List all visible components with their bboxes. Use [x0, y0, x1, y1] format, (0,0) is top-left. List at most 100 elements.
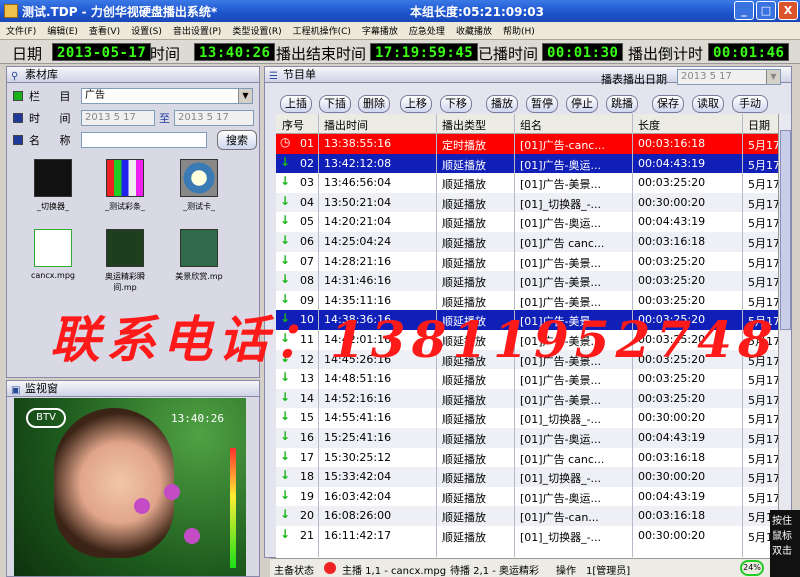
cell-length: 00:03:16:18: [638, 509, 706, 523]
insert-above-button[interactable]: 上插: [280, 95, 312, 113]
library-item[interactable]: _测试彩条_: [97, 159, 153, 212]
flower: [164, 484, 180, 500]
menu-settings[interactable]: 设置(S): [131, 24, 162, 37]
col-header-no[interactable]: 序号: [282, 117, 304, 133]
status-standby: 待播 2,1 - 奥运精彩: [450, 566, 540, 577]
name-checkbox[interactable]: [13, 135, 23, 145]
table-row[interactable]: ↓ 18 15:33:42:04 顺延播放 [01]_切换器_-... 00:30:00:…: [276, 467, 778, 487]
cell-group: [01]广告 canc...: [520, 452, 605, 466]
pause-button[interactable]: 暂停: [526, 95, 558, 113]
time-filter-row: 时 间 2013 5 17 至 2013 5 17: [13, 109, 254, 127]
cell-group: [01]广告-奥运...: [520, 433, 602, 446]
video-time-overlay: 13:40:26: [171, 412, 224, 425]
table-row[interactable]: ↓ 04 13:50:21:04 顺延播放 [01]_切换器_-... 00:30:00:…: [276, 192, 778, 213]
play-button[interactable]: 播放: [486, 95, 518, 113]
table-row[interactable]: ◷ 01 13:38:55:16 定时播放 [01]广告-canc... 00:03:16…: [276, 134, 778, 154]
column-label: 栏 目: [29, 90, 79, 103]
row-arrow-icon: ↓: [280, 233, 291, 247]
cell-length: 00:04:43:19: [638, 215, 706, 229]
library-item[interactable]: 美景欣赏.mp: [171, 229, 227, 282]
vertical-scrollbar[interactable]: [778, 114, 791, 552]
delete-button[interactable]: 删除: [358, 95, 390, 113]
time-from-field[interactable]: 2013 5 17: [81, 110, 155, 126]
table-row[interactable]: ↓ 07 14:28:21:16 顺延播放 [01]广告-美景... 00:03:25:2…: [276, 251, 778, 272]
row-arrow-icon: ↓: [280, 213, 291, 228]
col-header-date[interactable]: 日期: [748, 117, 770, 133]
time-checkbox[interactable]: [13, 113, 23, 123]
cell-no: 07: [300, 254, 314, 268]
table-row[interactable]: ↓ 15 14:55:41:16 顺延播放 [01]_切换器_-... 00:30:00:…: [276, 408, 778, 428]
name-input[interactable]: [81, 132, 207, 148]
menu-emergency[interactable]: 应急处理: [409, 24, 445, 37]
col-header-length[interactable]: 长度: [638, 117, 660, 133]
cell-no: 01: [300, 137, 314, 150]
menu-type[interactable]: 类型设置(R): [232, 24, 281, 37]
cell-date: 5月17: [748, 197, 778, 211]
load-button[interactable]: 读取: [692, 95, 724, 113]
menu-subtitle[interactable]: 字幕播放: [362, 24, 398, 37]
maximize-button[interactable]: □: [756, 1, 776, 20]
move-up-button[interactable]: 上移: [400, 95, 432, 113]
menu-help[interactable]: 帮助(H): [503, 24, 535, 37]
row-arrow-icon: ↓: [280, 252, 291, 267]
search-button[interactable]: 搜索: [217, 130, 257, 150]
menu-workstation[interactable]: 工程机操作(C): [293, 24, 351, 37]
table-row[interactable]: ↓ 14 14:52:16:16 顺延播放 [01]广告-美景... 00:03:25:2…: [276, 388, 778, 409]
col-header-type[interactable]: 播出类型: [442, 117, 486, 133]
app-icon: [4, 4, 18, 18]
library-item[interactable]: _测试卡_: [171, 159, 227, 212]
menu-file[interactable]: 文件(F): [6, 24, 36, 37]
time-to-label: 至: [159, 112, 170, 125]
channel-logo: BTV: [26, 408, 66, 428]
table-row[interactable]: ↓ 08 14:31:46:16 顺延播放 [01]广告-美景... 00:03:25:2…: [276, 271, 778, 291]
table-row[interactable]: ↓ 05 14:20:21:04 顺延播放 [01]广告-奥运... 00:04:43:1…: [276, 212, 778, 232]
col-header-time[interactable]: 播出时间: [324, 117, 368, 133]
table-row[interactable]: ↓ 19 16:03:42:04 顺延播放 [01]广告-奥运... 00:04:43:1…: [276, 486, 778, 507]
table-row[interactable]: ↓ 16 15:25:41:16 顺延播放 [01]广告-奥运... 00:04:43:1…: [276, 428, 778, 448]
column-filter-row: 栏 目 广告 ▼: [13, 87, 253, 105]
cell-type: 顺延播放: [442, 217, 486, 231]
played-label: 已播时间: [478, 45, 539, 63]
save-button[interactable]: 保存: [652, 95, 684, 113]
table-row[interactable]: ↓ 21 16:11:42:17 顺延播放 [01]_切换器_-... 00:30:00:…: [276, 526, 778, 546]
library-item[interactable]: 奥运精彩瞬间.mp: [97, 229, 153, 293]
table-row[interactable]: ↓ 02 13:42:12:08 顺延播放 [01]广告-奥运... 00:04:43:1…: [276, 153, 778, 174]
time-to-field[interactable]: 2013 5 17: [174, 110, 254, 126]
status-state-label: 主备状态: [274, 566, 314, 577]
cell-time: 15:25:41:16: [324, 431, 392, 444]
table-row[interactable]: ↓ 17 15:30:25:12 顺延播放 [01]广告 canc... 00:03:16…: [276, 447, 778, 468]
name-label: 名 称: [29, 134, 79, 147]
col-header-group[interactable]: 组名: [520, 117, 542, 133]
schedule-date-field[interactable]: 2013 5 17 ▼: [677, 69, 781, 85]
library-item[interactable]: cancx.mpg: [25, 229, 81, 280]
item-name: cancx.mpg: [31, 271, 75, 280]
table-row[interactable]: ↓ 03 13:46:56:04 顺延播放 [01]广告-美景... 00:03:25:2…: [276, 173, 778, 193]
library-header: ⚲ 素材库: [7, 67, 259, 83]
table-row[interactable]: ↓ 13 14:48:51:16 顺延播放 [01]广告-美景... 00:03:25:2…: [276, 369, 778, 389]
move-down-button[interactable]: 下移: [440, 95, 472, 113]
cell-group: [01]_切换器_-...: [520, 197, 602, 211]
menu-favorites[interactable]: 收藏播放: [456, 24, 492, 37]
window-title: 测试.TDP - 力创华视硬盘播出系统*: [22, 5, 218, 19]
cell-date: 5月17: [748, 491, 778, 505]
column-select[interactable]: 广告 ▼: [81, 88, 253, 104]
menu-output[interactable]: 音出设置(P): [173, 24, 221, 37]
row-arrow-icon: ↓: [280, 389, 291, 404]
minimize-button[interactable]: _: [734, 1, 754, 20]
time-display: 13:40:26: [194, 43, 276, 61]
table-row[interactable]: ↓ 20 16:08:26:00 顺延播放 [01]广告-can... 00:03:16:…: [276, 506, 778, 526]
jump-play-button[interactable]: 跳播: [606, 95, 638, 113]
column-checkbox[interactable]: [13, 91, 23, 101]
manual-button[interactable]: 手动: [732, 95, 768, 113]
insert-below-button[interactable]: 下插: [319, 95, 351, 113]
row-arrow-icon: ↓: [280, 468, 291, 483]
scrollbar-thumb[interactable]: [780, 130, 791, 330]
menu-edit[interactable]: 编辑(E): [47, 24, 78, 37]
menu-view[interactable]: 查看(V): [89, 24, 120, 37]
library-item[interactable]: _切换器_: [25, 159, 81, 212]
item-name: _测试彩条_: [105, 202, 145, 211]
cell-type: 顺延播放: [442, 433, 486, 446]
table-row[interactable]: ↓ 06 14:25:04:24 顺延播放 [01]广告 canc... 00:03:16…: [276, 232, 778, 252]
close-button[interactable]: X: [778, 1, 798, 20]
stop-button[interactable]: 停止: [566, 95, 598, 113]
